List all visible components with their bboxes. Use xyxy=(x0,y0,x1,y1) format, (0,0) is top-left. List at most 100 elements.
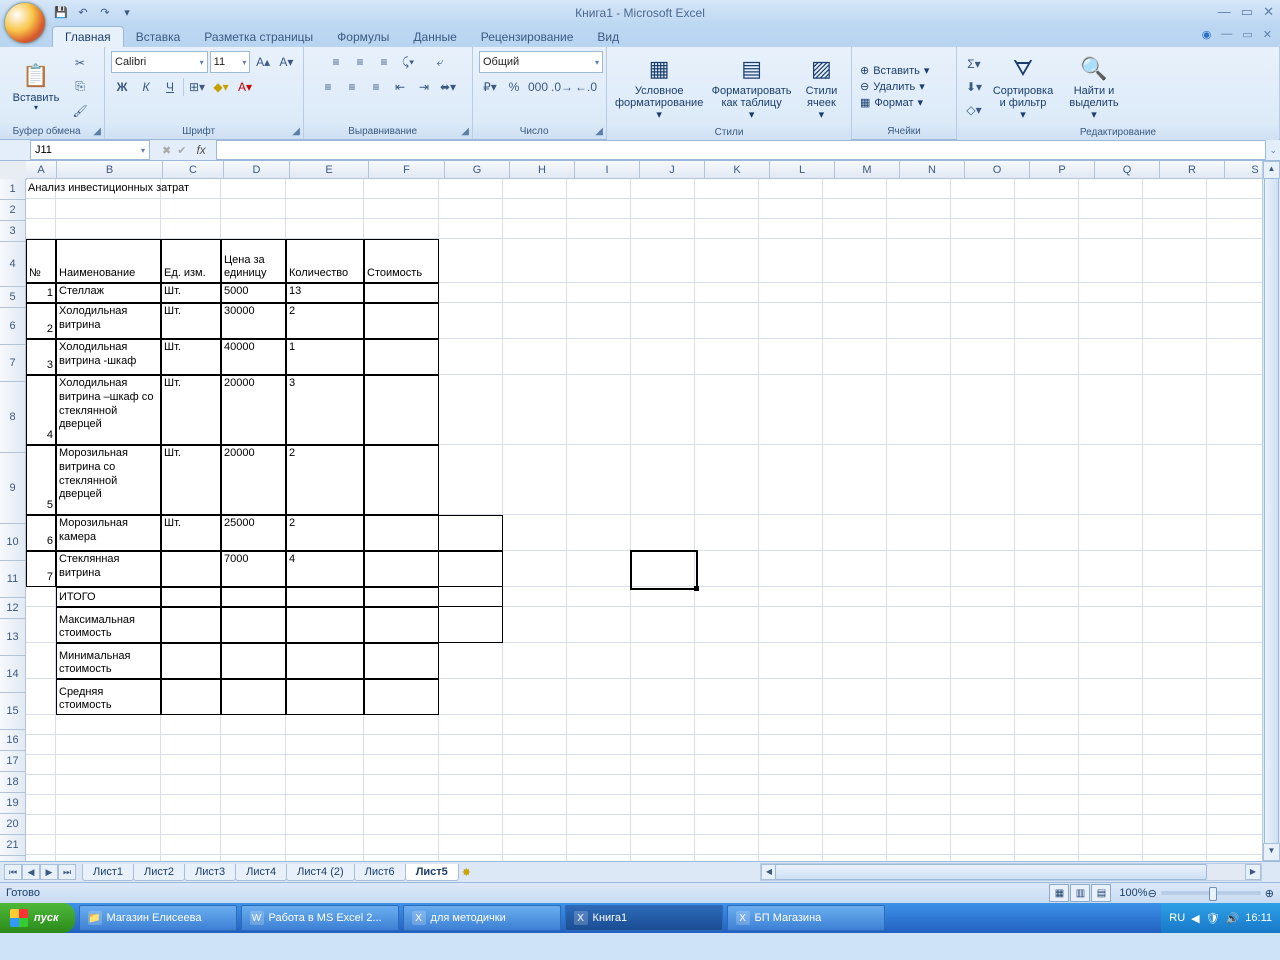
cell[interactable] xyxy=(1015,715,1079,735)
cell[interactable] xyxy=(503,835,567,855)
cell[interactable] xyxy=(887,219,951,239)
cell[interactable] xyxy=(1079,283,1143,303)
cancel-formula-icon[interactable]: ✖ xyxy=(162,144,171,157)
cell[interactable] xyxy=(631,445,695,515)
cell[interactable] xyxy=(695,551,759,587)
cell[interactable]: 13 xyxy=(286,283,364,303)
cell[interactable] xyxy=(286,179,364,199)
cell[interactable] xyxy=(503,199,567,219)
cell[interactable] xyxy=(759,755,823,775)
cell[interactable] xyxy=(286,775,364,795)
cell[interactable] xyxy=(823,283,887,303)
cell[interactable] xyxy=(567,775,631,795)
tab-view[interactable]: Вид xyxy=(585,27,631,47)
cell[interactable] xyxy=(286,815,364,835)
cell[interactable] xyxy=(1207,219,1267,239)
cell[interactable] xyxy=(631,199,695,219)
select-all-button[interactable] xyxy=(0,161,27,180)
tab-layout[interactable]: Разметка страницы xyxy=(192,27,325,47)
cell[interactable] xyxy=(1207,715,1267,735)
column-header[interactable]: E xyxy=(290,161,369,179)
cell[interactable] xyxy=(695,445,759,515)
cell[interactable]: Холодильная витрина –шкаф со стеклянной … xyxy=(56,375,161,445)
cell[interactable] xyxy=(1079,551,1143,587)
cell[interactable] xyxy=(631,219,695,239)
cell[interactable] xyxy=(887,835,951,855)
cell[interactable] xyxy=(1015,643,1079,679)
cell[interactable] xyxy=(759,607,823,643)
column-header[interactable]: R xyxy=(1160,161,1225,179)
cell[interactable] xyxy=(161,607,221,643)
cell[interactable] xyxy=(286,679,364,715)
column-header[interactable]: A xyxy=(26,161,57,179)
cell[interactable] xyxy=(1143,815,1207,835)
cell[interactable] xyxy=(1079,815,1143,835)
format-table-button[interactable]: ▤Форматировать как таблицу▾ xyxy=(708,51,795,123)
cell[interactable] xyxy=(364,375,439,445)
tab-data[interactable]: Данные xyxy=(401,27,468,47)
cell[interactable] xyxy=(364,679,439,715)
cell[interactable] xyxy=(161,815,221,835)
column-header[interactable]: J xyxy=(640,161,705,179)
cell[interactable] xyxy=(759,445,823,515)
fill-color-icon[interactable]: ◆▾ xyxy=(210,76,232,98)
cell[interactable]: Анализ инвестиционных затрат xyxy=(26,179,56,199)
cell[interactable] xyxy=(26,775,56,795)
cell[interactable] xyxy=(221,179,286,199)
cell[interactable] xyxy=(1207,775,1267,795)
cell[interactable] xyxy=(1143,375,1207,445)
view-normal-icon[interactable]: ▦ xyxy=(1049,884,1069,902)
cell[interactable] xyxy=(823,715,887,735)
row-header[interactable]: 14 xyxy=(0,656,26,693)
cell[interactable] xyxy=(1207,375,1267,445)
cell[interactable] xyxy=(823,375,887,445)
view-layout-icon[interactable]: ▥ xyxy=(1070,884,1090,902)
cell[interactable] xyxy=(26,679,56,715)
cell[interactable] xyxy=(56,219,161,239)
cell[interactable] xyxy=(1015,303,1079,339)
format-cells-button[interactable]: ▦Формат ▾ xyxy=(858,95,931,110)
cell[interactable] xyxy=(1143,607,1207,643)
cell[interactable] xyxy=(503,775,567,795)
spreadsheet-grid[interactable]: ABCDEFGHIJKLMNOPQRS 12345678910111213141… xyxy=(0,161,1280,861)
cell[interactable] xyxy=(695,775,759,795)
cell[interactable] xyxy=(364,445,439,515)
cell[interactable] xyxy=(286,715,364,735)
cell[interactable] xyxy=(951,445,1015,515)
find-select-button[interactable]: 🔍Найти и выделить▾ xyxy=(1061,51,1127,123)
row-header[interactable]: 4 xyxy=(0,242,26,287)
cell[interactable] xyxy=(951,551,1015,587)
row-header[interactable]: 7 xyxy=(0,345,26,382)
column-header[interactable]: D xyxy=(224,161,290,179)
cell[interactable] xyxy=(1079,515,1143,551)
cell[interactable] xyxy=(439,835,503,855)
cell[interactable] xyxy=(1079,775,1143,795)
cell[interactable] xyxy=(439,551,503,587)
cell[interactable] xyxy=(759,179,823,199)
cell[interactable] xyxy=(26,715,56,735)
cell[interactable] xyxy=(951,179,1015,199)
cell[interactable]: 3 xyxy=(286,375,364,445)
cell[interactable] xyxy=(56,199,161,219)
cell[interactable] xyxy=(951,755,1015,775)
save-icon[interactable]: 💾 xyxy=(52,4,70,22)
wrap-text-icon[interactable]: ⤶ xyxy=(429,51,451,73)
cell[interactable] xyxy=(26,587,56,607)
cell[interactable] xyxy=(567,755,631,775)
cell[interactable] xyxy=(887,199,951,219)
cell[interactable]: Стоимость xyxy=(364,239,439,283)
cell[interactable] xyxy=(823,551,887,587)
column-header[interactable]: Q xyxy=(1095,161,1160,179)
cell[interactable] xyxy=(1079,735,1143,755)
cell[interactable] xyxy=(1079,303,1143,339)
cell[interactable] xyxy=(1079,679,1143,715)
cell[interactable] xyxy=(759,303,823,339)
cell[interactable] xyxy=(286,199,364,219)
taskbar-task[interactable]: XКнига1 xyxy=(565,905,723,931)
cell[interactable] xyxy=(439,339,503,375)
cell[interactable] xyxy=(567,219,631,239)
cell[interactable] xyxy=(759,219,823,239)
cell[interactable] xyxy=(439,239,503,283)
cell[interactable] xyxy=(1207,303,1267,339)
cell[interactable] xyxy=(503,755,567,775)
